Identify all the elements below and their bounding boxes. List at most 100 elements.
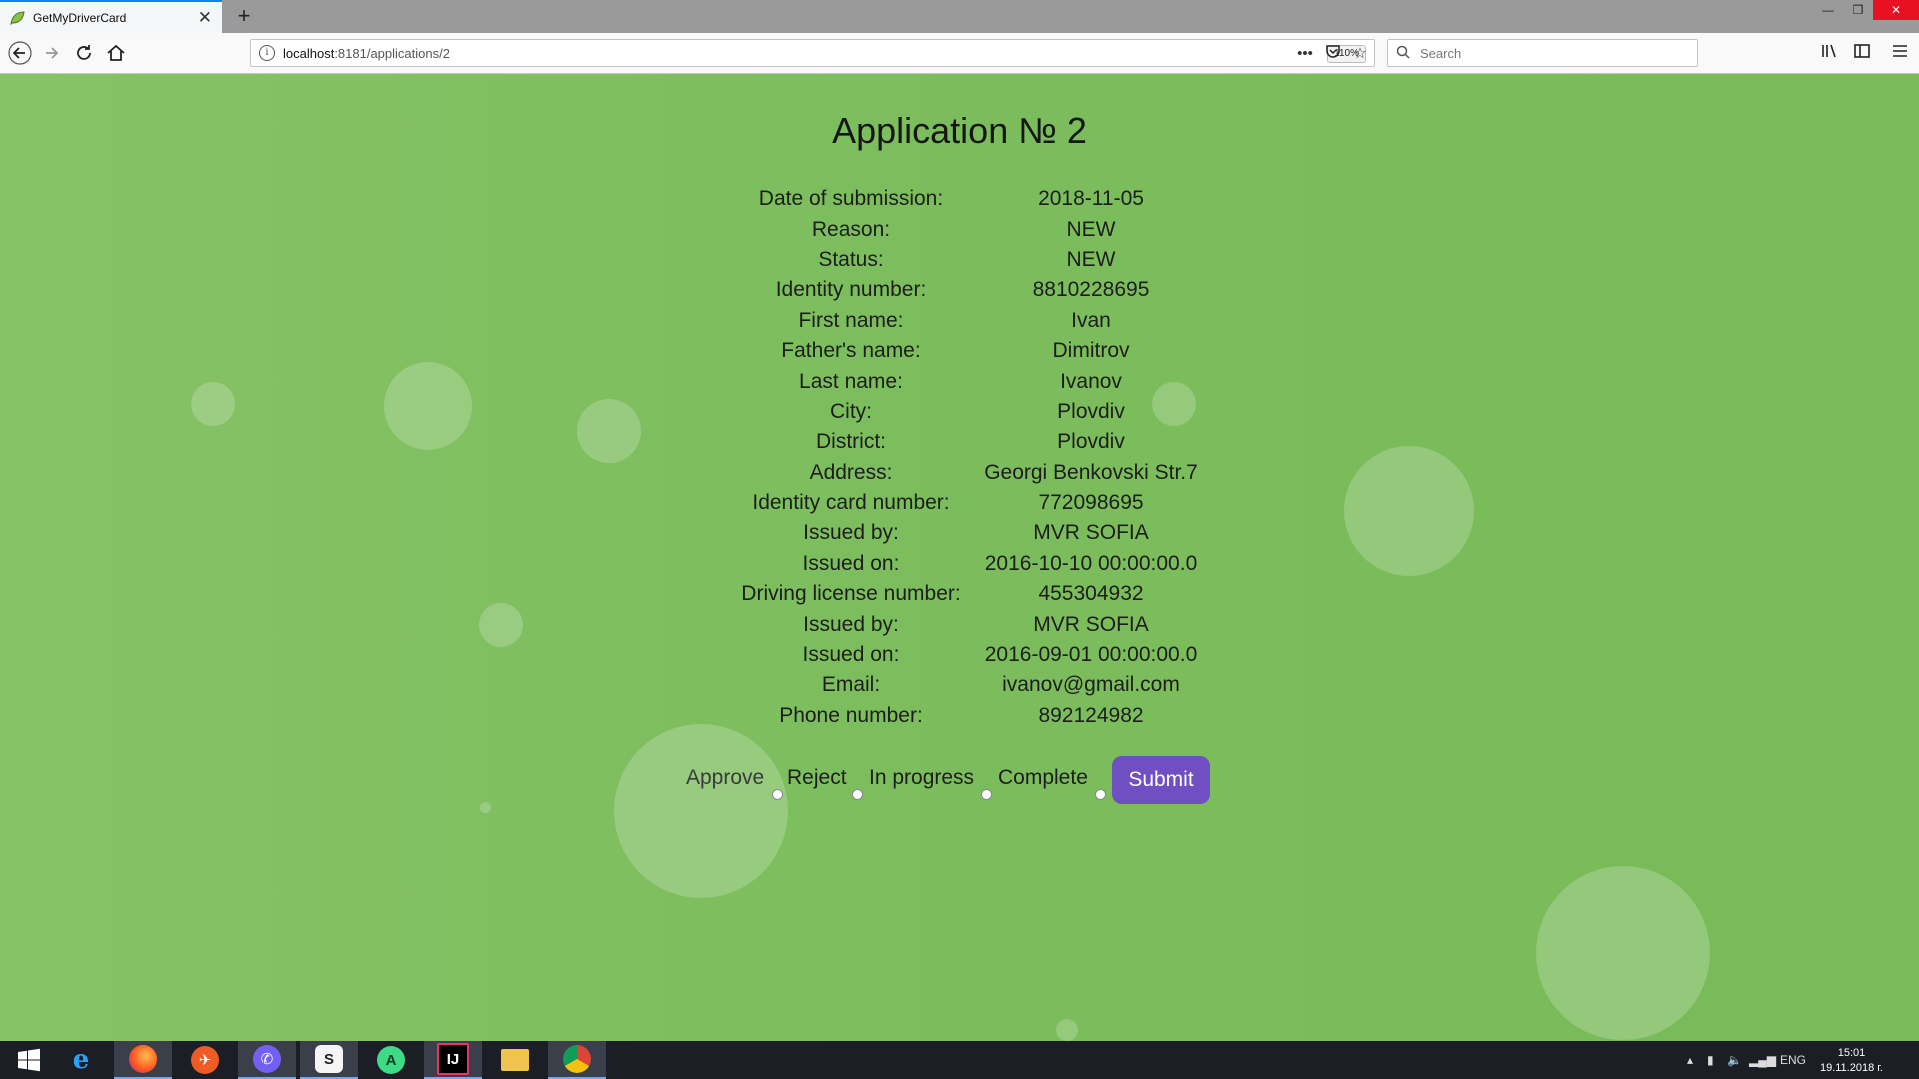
network-icon[interactable]: ▮ bbox=[1707, 1053, 1714, 1067]
detail-row: Status: NEW bbox=[735, 245, 1215, 275]
tab-close-icon[interactable]: ✕ bbox=[198, 9, 212, 26]
window-close-icon[interactable]: ✕ bbox=[1873, 0, 1919, 20]
field-value: 2018-11-05 bbox=[1038, 187, 1144, 211]
radio-approve[interactable] bbox=[772, 789, 783, 800]
postman-icon: ✈ bbox=[191, 1046, 219, 1074]
field-label: Issued by: bbox=[803, 521, 899, 545]
site-info-icon[interactable]: i bbox=[259, 45, 275, 61]
internet-explorer-icon: e bbox=[72, 1045, 90, 1075]
detail-row: City: Plovdiv bbox=[735, 397, 1215, 427]
field-value: 2016-10-10 00:00:00.0 bbox=[984, 551, 1198, 575]
minimize-icon[interactable]: — bbox=[1813, 0, 1843, 20]
field-label: Address: bbox=[809, 460, 893, 484]
signal-icon[interactable]: ▂▄▆ bbox=[1749, 1053, 1776, 1067]
reload-icon[interactable] bbox=[72, 41, 96, 65]
volume-icon[interactable]: 🔈 bbox=[1727, 1053, 1742, 1067]
radio-reject[interactable] bbox=[852, 789, 863, 800]
field-label: Date of submission: bbox=[758, 187, 944, 211]
taskbar-postman[interactable]: ✈ bbox=[176, 1041, 234, 1079]
detail-row: Father's name: Dimitrov bbox=[735, 336, 1215, 366]
viber-icon: ✆ bbox=[253, 1045, 281, 1073]
language-indicator[interactable]: ENG bbox=[1780, 1053, 1806, 1067]
field-label: Reason: bbox=[811, 217, 891, 241]
field-label: Identity number: bbox=[775, 278, 927, 302]
field-value: Ivanov bbox=[1060, 369, 1122, 393]
intellij-icon: IJ bbox=[437, 1043, 469, 1075]
window-controls: — ❐ ✕ bbox=[1813, 0, 1919, 20]
taskbar-chrome[interactable] bbox=[548, 1041, 606, 1079]
sidebar-icon[interactable] bbox=[1850, 41, 1874, 65]
field-value: Plovdiv bbox=[1057, 399, 1125, 423]
detail-row: Identity card number: 772098695 bbox=[735, 488, 1215, 518]
search-bar[interactable]: Search bbox=[1387, 39, 1698, 67]
detail-row: Issued on: 2016-10-10 00:00:00.0 bbox=[735, 549, 1215, 579]
url-path: :8181/applications/2 bbox=[334, 46, 450, 61]
taskbar-viber[interactable]: ✆ bbox=[238, 1041, 296, 1079]
taskbar-android-studio[interactable]: A bbox=[362, 1041, 420, 1079]
application-details: Date of submission: 2018-11-05 Reason: NEW… bbox=[735, 184, 1215, 731]
home-icon[interactable] bbox=[104, 41, 128, 65]
field-value: Dimitrov bbox=[1052, 339, 1130, 363]
page-actions-icon[interactable]: ••• bbox=[1294, 43, 1316, 65]
detail-row: Reason: NEW bbox=[735, 214, 1215, 244]
tab-bar: GetMyDriverCard ✕ + — ❐ ✕ bbox=[0, 0, 1919, 33]
option-label-complete: Complete bbox=[998, 766, 1088, 789]
detail-row: Last name: Ivanov bbox=[735, 366, 1215, 396]
restore-icon[interactable]: ❐ bbox=[1843, 0, 1873, 20]
chrome-icon bbox=[563, 1045, 591, 1073]
field-value: 8810228695 bbox=[1032, 278, 1150, 302]
field-value: MVR SOFIA bbox=[1033, 612, 1149, 636]
url-host: localhost bbox=[283, 46, 335, 61]
radio-complete[interactable] bbox=[1095, 789, 1106, 800]
new-tab-button[interactable]: + bbox=[232, 4, 256, 28]
browser-tab-active[interactable]: GetMyDriverCard ✕ bbox=[0, 0, 222, 33]
field-value: 772098695 bbox=[1038, 491, 1144, 515]
page-title: Application № 2 bbox=[832, 110, 1087, 151]
forward-icon[interactable] bbox=[40, 41, 64, 65]
field-label: Last name: bbox=[799, 369, 903, 393]
field-label: Issued on: bbox=[802, 551, 900, 575]
back-icon[interactable] bbox=[8, 41, 32, 65]
field-value: 455304932 bbox=[1038, 582, 1144, 606]
bookmark-star-icon[interactable]: ☆ bbox=[1349, 43, 1371, 65]
decorative-bubble bbox=[1536, 866, 1710, 1040]
folder-icon bbox=[501, 1049, 529, 1071]
submit-button[interactable]: Submit bbox=[1112, 756, 1210, 804]
clock-date: 19.11.2018 г. bbox=[1819, 1062, 1883, 1074]
menu-icon[interactable] bbox=[1888, 41, 1912, 65]
tab-title: GetMyDriverCard bbox=[33, 10, 127, 25]
radio-in-progress[interactable] bbox=[981, 789, 992, 800]
taskbar-firefox[interactable] bbox=[114, 1041, 172, 1079]
windows-start-button[interactable] bbox=[0, 1041, 58, 1079]
leaf-icon bbox=[10, 10, 25, 25]
taskbar-sublime[interactable]: S bbox=[300, 1041, 358, 1079]
decorative-bubble bbox=[614, 724, 788, 898]
android-studio-icon: A bbox=[377, 1046, 405, 1074]
detail-row: Issued on: 2016-09-01 00:00:00.0 bbox=[735, 640, 1215, 670]
system-clock[interactable]: 15:01 19.11.2018 г. bbox=[1820, 1046, 1883, 1076]
detail-row: Identity number: 8810228695 bbox=[735, 275, 1215, 305]
field-value: 892124982 bbox=[1038, 703, 1144, 727]
tray-expand-icon[interactable]: ▴ bbox=[1687, 1053, 1693, 1067]
detail-row: Date of submission: 2018-11-05 bbox=[735, 184, 1215, 214]
field-label: Issued on: bbox=[802, 643, 900, 667]
field-label: Status: bbox=[818, 247, 884, 271]
taskbar-file-explorer[interactable] bbox=[486, 1041, 544, 1079]
option-label-reject: Reject bbox=[787, 766, 847, 789]
status-action-form: Approve Reject In progress Complete Subm… bbox=[686, 754, 1226, 806]
library-icon[interactable] bbox=[1818, 41, 1842, 65]
field-value: ivanov@gmail.com bbox=[1002, 673, 1180, 697]
url-text[interactable]: localhost:8181/applications/2 bbox=[283, 46, 450, 61]
detail-row: Address: Georgi Benkovski Str.7 bbox=[735, 458, 1215, 488]
taskbar-internet-explorer[interactable]: e bbox=[52, 1041, 110, 1079]
field-value: MVR SOFIA bbox=[1033, 521, 1149, 545]
windows-logo-icon bbox=[18, 1048, 40, 1072]
field-value: 2016-09-01 00:00:00.0 bbox=[984, 643, 1198, 667]
pocket-icon[interactable] bbox=[1322, 43, 1344, 65]
field-label: Driving license number: bbox=[741, 582, 961, 606]
taskbar-intellij[interactable]: IJ bbox=[424, 1041, 482, 1079]
detail-row: Issued by: MVR SOFIA bbox=[735, 609, 1215, 639]
field-label: Issued by: bbox=[803, 612, 899, 636]
search-input[interactable]: Search bbox=[1420, 46, 1461, 61]
address-bar[interactable]: i localhost:8181/applications/2 110% bbox=[250, 39, 1375, 67]
